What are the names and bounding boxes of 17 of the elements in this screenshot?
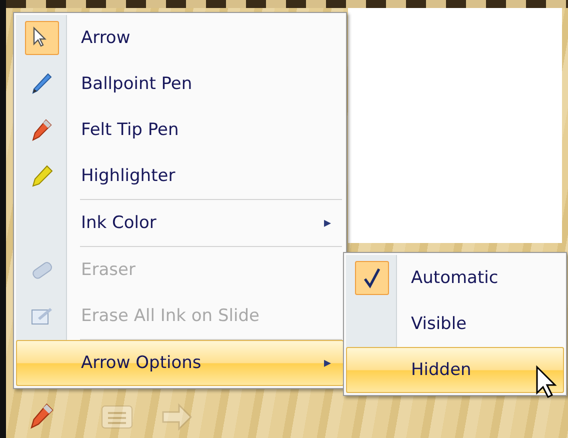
menu-item[interactable]: Arrow Options ▸ [16, 340, 344, 386]
menu-item[interactable]: Felt Tip Pen [16, 107, 344, 153]
menu-item[interactable]: Hidden [346, 347, 564, 393]
submenu-arrow: ▸ [324, 355, 331, 371]
marker-icon [30, 118, 54, 142]
pen-icon [30, 72, 54, 96]
menu-item[interactable]: Ink Color ▸ [16, 200, 344, 246]
menu-item[interactable]: Arrow [16, 15, 344, 61]
next-arrow-icon[interactable] [160, 402, 194, 432]
check-icon [362, 267, 382, 289]
highlighter-icon [30, 164, 54, 188]
menu-item[interactable]: Ballpoint Pen [16, 61, 344, 107]
menu-item[interactable]: Highlighter [16, 153, 344, 199]
submenu-arrow: ▸ [324, 215, 331, 231]
pen-icon[interactable] [28, 402, 56, 430]
menu-item[interactable]: Visible [346, 301, 564, 347]
menu-item[interactable]: Automatic [346, 255, 564, 301]
